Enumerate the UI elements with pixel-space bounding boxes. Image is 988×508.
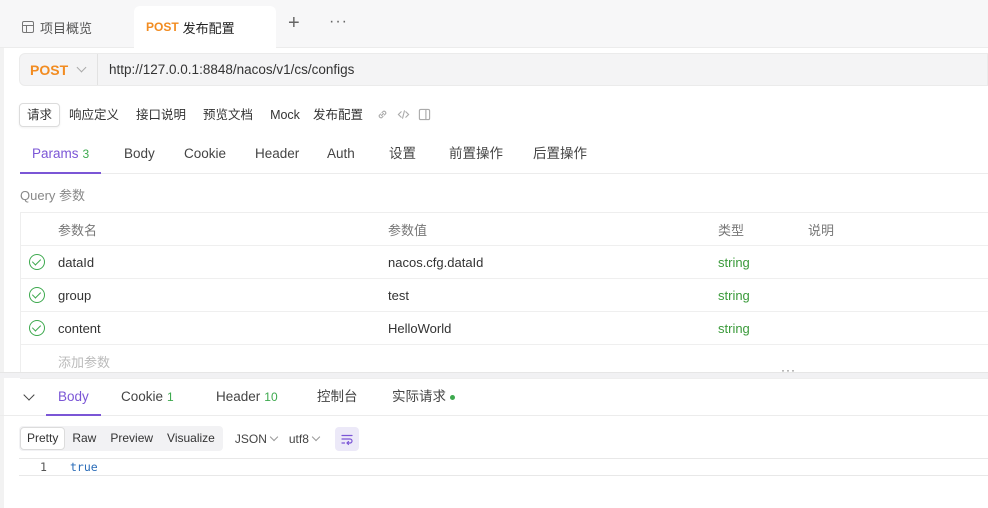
language-value: JSON: [234, 431, 267, 446]
format-mode-group: Pretty Raw Preview Visualize: [19, 426, 223, 451]
request-subtabs: 请求 响应定义 接口说明 预览文档 Mock 发布配置: [19, 102, 431, 127]
url-input[interactable]: [109, 62, 909, 77]
response-tab-body[interactable]: Body: [46, 378, 101, 416]
tab-params-label: Params: [32, 146, 79, 161]
tab-project-overview[interactable]: 项目概览: [22, 6, 92, 48]
table-row: group test string: [21, 279, 988, 312]
query-params-title: Query 参数: [20, 188, 86, 203]
add-tab-button[interactable]: +: [288, 11, 300, 35]
status-dot-icon: [450, 394, 455, 400]
params-table: 参数名 参数值 类型 说明 dataId nacos.cfg.dataId st…: [20, 212, 988, 379]
encoding-value: utf8: [288, 431, 309, 446]
tab-pre-operations[interactable]: 前置操作: [437, 138, 515, 174]
header-param-type: 类型: [718, 222, 745, 238]
wrap-icon: [341, 434, 353, 445]
chevron-down-icon: [76, 62, 87, 73]
param-value-cell[interactable]: nacos.cfg.dataId: [388, 246, 483, 278]
params-count-badge: 3: [82, 147, 90, 161]
response-tab-actual-request-label: 实际请求: [392, 389, 446, 404]
format-preview[interactable]: Preview: [103, 427, 160, 450]
tab-body[interactable]: Body: [112, 138, 167, 174]
check-circle-icon: [29, 320, 45, 336]
param-enabled-checkbox[interactable]: [29, 312, 47, 344]
response-body-editor[interactable]: 1 true: [19, 458, 988, 476]
request-url-bar: POST: [19, 53, 988, 86]
response-tab-header[interactable]: Header 10: [204, 378, 290, 416]
table-header-row: 参数名 参数值 类型 说明: [21, 213, 988, 246]
line-number: 1: [40, 460, 47, 474]
link-icon[interactable]: [376, 108, 389, 121]
layout-icon: [22, 21, 34, 33]
tab-method-badge: POST: [146, 20, 179, 34]
header-param-name: 参数名: [58, 222, 98, 238]
cookie-count-badge: 1: [167, 390, 174, 404]
tab-header[interactable]: Header: [243, 138, 311, 174]
tab-params[interactable]: Params 3: [20, 138, 102, 174]
param-name-cell[interactable]: dataId: [58, 246, 94, 278]
header-count-badge: 10: [264, 390, 278, 404]
table-row: dataId nacos.cfg.dataId string: [21, 246, 988, 279]
response-tab-header-label: Header: [216, 389, 261, 404]
param-tabs: Params 3 Body Cookie Header Auth 设置 前置操作 …: [20, 138, 988, 174]
subtab-request[interactable]: 请求: [19, 102, 61, 127]
encoding-select[interactable]: utf8: [288, 431, 321, 446]
param-type-cell[interactable]: string: [718, 279, 750, 311]
api-title: 发布配置: [312, 107, 363, 122]
format-bar: Pretty Raw Preview Visualize JSON utf8: [19, 426, 359, 451]
tab-publish-config[interactable]: POST 发布配置: [134, 6, 276, 48]
drag-handle-icon[interactable]: ···: [781, 364, 796, 376]
param-type-cell[interactable]: string: [718, 312, 750, 344]
header-param-desc: 说明: [808, 222, 835, 238]
tab-post-operations[interactable]: 后置操作: [521, 138, 599, 174]
param-enabled-checkbox[interactable]: [29, 246, 47, 278]
response-tab-console[interactable]: 控制台: [305, 378, 370, 416]
check-circle-icon: [29, 254, 45, 270]
subtab-api-description[interactable]: 接口说明: [128, 103, 194, 127]
tab-cookie[interactable]: Cookie: [172, 138, 238, 174]
collapse-chevron-icon[interactable]: [23, 389, 35, 401]
word-wrap-button[interactable]: [334, 426, 359, 451]
param-value-cell[interactable]: test: [388, 279, 409, 311]
chevron-down-icon: [269, 432, 279, 442]
language-select[interactable]: JSON: [234, 431, 279, 446]
param-name-cell[interactable]: content: [58, 312, 101, 344]
tab-settings[interactable]: 设置: [377, 138, 428, 174]
response-tabs: Body Cookie 1 Header 10 控制台 实际请求: [0, 378, 988, 416]
table-row: content HelloWorld string: [21, 312, 988, 345]
header-param-value: 参数值: [388, 222, 428, 238]
left-gutter: [0, 0, 4, 508]
param-value-cell[interactable]: HelloWorld: [388, 312, 451, 344]
response-tab-actual-request[interactable]: 实际请求: [380, 378, 467, 416]
tab-overview-label: 项目概览: [40, 20, 93, 36]
more-tabs-button[interactable]: ···: [329, 11, 348, 33]
format-raw[interactable]: Raw: [65, 427, 103, 450]
code-icon[interactable]: [397, 108, 410, 121]
format-visualize[interactable]: Visualize: [160, 427, 222, 450]
response-tab-cookie-label: Cookie: [121, 389, 164, 404]
tab-bar: 项目概览 POST 发布配置 + ···: [0, 0, 988, 48]
panel-icon[interactable]: [418, 108, 431, 121]
subtab-preview-docs[interactable]: 预览文档: [195, 103, 261, 127]
check-circle-icon: [29, 287, 45, 303]
code-line: true: [70, 460, 98, 474]
param-name-cell[interactable]: group: [58, 279, 91, 311]
tab-auth[interactable]: Auth: [315, 138, 367, 174]
format-pretty[interactable]: Pretty: [20, 427, 66, 450]
method-value: POST: [30, 61, 69, 78]
chevron-down-icon: [311, 432, 321, 442]
tab-active-label: 发布配置: [182, 20, 235, 36]
param-type-cell[interactable]: string: [718, 246, 750, 278]
method-select[interactable]: POST: [20, 54, 98, 85]
subtab-response-definition[interactable]: 响应定义: [61, 103, 127, 127]
param-enabled-checkbox[interactable]: [29, 279, 47, 311]
subtab-mock[interactable]: Mock: [262, 103, 308, 127]
response-tab-cookie[interactable]: Cookie 1: [109, 378, 186, 416]
